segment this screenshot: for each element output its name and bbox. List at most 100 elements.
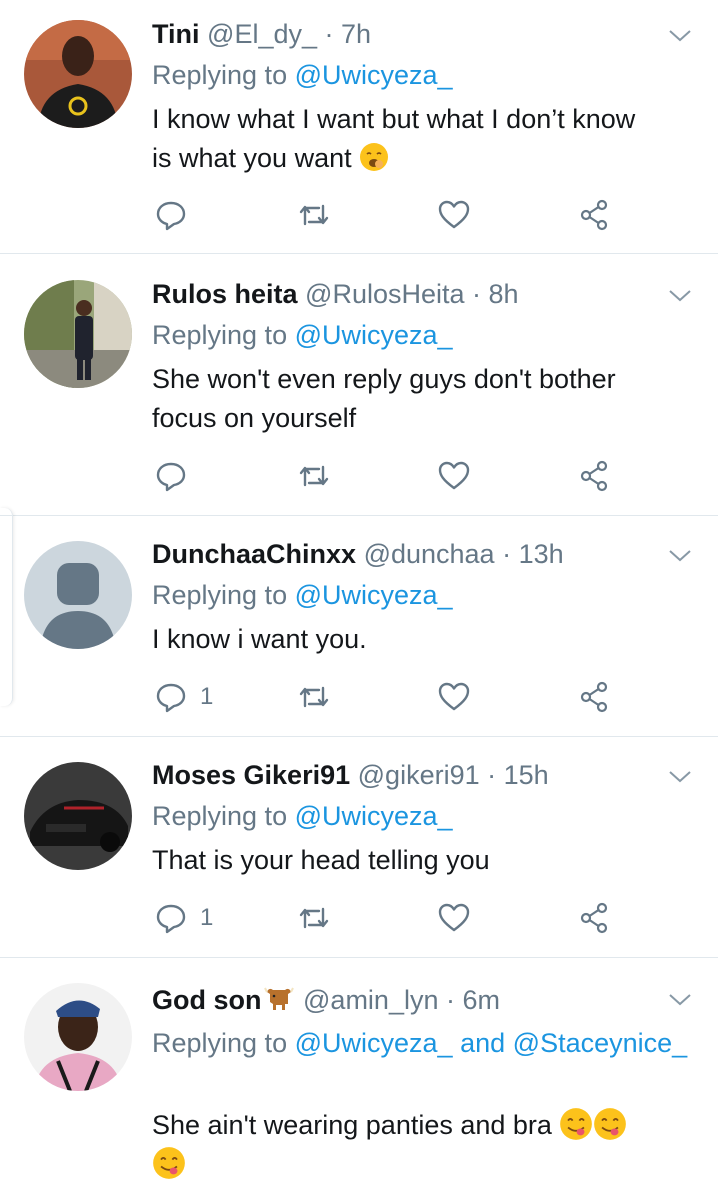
reply-icon: [156, 462, 186, 492]
display-name[interactable]: God son: [152, 985, 262, 1015]
avatar[interactable]: [24, 280, 132, 388]
reply-icon: [156, 904, 186, 934]
face-savoring-food-emoji-icon: [594, 1108, 627, 1140]
tweet-text-line: I know i want you.: [152, 624, 367, 654]
replying-prefix: Replying to: [152, 60, 288, 90]
mention-link[interactable]: @Uwicyeza_: [295, 580, 453, 610]
timestamp[interactable]: · 8h: [472, 279, 519, 309]
tweet-text-line-wrap: is what you want: [152, 139, 700, 178]
chevron-down-icon[interactable]: [666, 763, 694, 791]
replying-to: Replying to @Uwicyeza_: [152, 57, 453, 93]
like-button[interactable]: [437, 898, 471, 938]
tweet[interactable]: DunchaaChinxx @dunchaa · 13h Replying to…: [0, 516, 718, 737]
tweet-text-line: She ain't wearing panties and bra: [152, 1110, 552, 1140]
tweet-text-line: focus on yourself: [152, 403, 357, 433]
avatar[interactable]: [24, 20, 132, 128]
heart-icon: [438, 682, 470, 711]
chevron-down-icon[interactable]: [666, 986, 694, 1014]
reply-button[interactable]: 1: [154, 677, 213, 717]
replying-prefix: Replying to: [152, 580, 288, 610]
replying-prefix: Replying to: [152, 801, 288, 831]
face-savoring-food-emoji-icon: [560, 1108, 593, 1140]
reply-icon: [156, 201, 186, 231]
share-icon: [580, 460, 608, 492]
tweet-header: God son @amin_lyn · 6m: [152, 982, 500, 1018]
share-button[interactable]: [577, 456, 611, 496]
tweet-text-line: is what you want: [152, 143, 352, 173]
reply-count: 1: [200, 683, 214, 710]
tweet-actions: [152, 195, 632, 235]
retweet-icon: [299, 686, 329, 708]
handle[interactable]: @RulosHeita: [305, 279, 464, 309]
tweet-actions: 1: [152, 898, 632, 938]
retweet-button[interactable]: [297, 456, 331, 496]
tweet-text-emoji-line: [152, 1145, 682, 1184]
reply-button[interactable]: [154, 195, 200, 235]
mention-link[interactable]: @Uwicyeza_: [295, 60, 453, 90]
timestamp[interactable]: · 7h: [325, 19, 372, 49]
share-icon: [580, 199, 608, 231]
tweet-header: DunchaaChinxx @dunchaa · 13h: [152, 536, 564, 572]
tweet-text-line: She won't even reply guys don't bother: [152, 364, 616, 394]
tweet-text-line: I know what I want but what I don’t know: [152, 104, 636, 134]
share-button[interactable]: [577, 195, 611, 235]
like-button[interactable]: [437, 677, 471, 717]
heart-icon: [438, 200, 470, 229]
tweet[interactable]: Moses Gikeri91 @gikeri91 · 15h Replying …: [0, 737, 718, 958]
avatar[interactable]: [24, 541, 132, 649]
chevron-down-icon[interactable]: [666, 22, 694, 50]
replying-to: Replying to @Uwicyeza_: [152, 577, 453, 613]
like-button[interactable]: [437, 195, 471, 235]
replying-prefix: Replying to: [152, 1028, 288, 1058]
like-button[interactable]: [437, 456, 471, 496]
handle[interactable]: @gikeri91: [358, 760, 480, 790]
display-name[interactable]: Rulos heita: [152, 279, 298, 309]
tweet-header: Rulos heita @RulosHeita · 8h: [152, 276, 519, 312]
tweet-header: Moses Gikeri91 @gikeri91 · 15h: [152, 757, 549, 793]
display-name[interactable]: DunchaaChinxx: [152, 539, 356, 569]
mention-link[interactable]: @Uwicyeza_: [295, 1028, 453, 1058]
handle[interactable]: @dunchaa: [364, 539, 495, 569]
share-button[interactable]: [577, 898, 611, 938]
avatar[interactable]: [24, 983, 132, 1091]
reply-button[interactable]: [154, 456, 200, 496]
tweet[interactable]: Rulos heita @RulosHeita · 8h Replying to…: [0, 254, 718, 516]
tweet-text-line: That is your head telling you: [152, 845, 490, 875]
tweet-text: I know i want you.: [152, 620, 700, 659]
timestamp[interactable]: · 15h: [487, 760, 549, 790]
timestamp[interactable]: · 13h: [502, 539, 564, 569]
handle[interactable]: @amin_lyn: [303, 985, 438, 1015]
replying-prefix: Replying to: [152, 320, 288, 350]
reply-icon: [156, 683, 186, 713]
retweet-icon: [299, 465, 329, 487]
tweet-text: That is your head telling you: [152, 841, 700, 880]
tweet-text: She ain't wearing panties and bra: [152, 1106, 682, 1184]
retweet-button[interactable]: [297, 677, 331, 717]
handle[interactable]: @El_dy_: [207, 19, 317, 49]
retweet-button[interactable]: [297, 898, 331, 938]
retweet-icon: [299, 204, 329, 226]
mention-link[interactable]: @Uwicyeza_: [295, 801, 453, 831]
mention-link[interactable]: @Uwicyeza_: [295, 320, 453, 350]
reply-count: 1: [200, 904, 214, 931]
reply-button[interactable]: 1: [154, 898, 213, 938]
chevron-down-icon[interactable]: [666, 282, 694, 310]
tweet-text: She won't even reply guys don't bother f…: [152, 360, 700, 438]
avatar[interactable]: [24, 762, 132, 870]
chevron-down-icon[interactable]: [666, 542, 694, 570]
tweet-text: I know what I want but what I don’t know…: [152, 100, 700, 178]
share-icon: [580, 681, 608, 713]
ox-emoji-icon: [263, 987, 294, 1010]
display-name[interactable]: Moses Gikeri91: [152, 760, 350, 790]
share-button[interactable]: [577, 677, 611, 717]
tweet[interactable]: Tini @El_dy_ · 7h Replying to @Uwicyeza_…: [0, 0, 718, 254]
tweet[interactable]: God son @amin_lyn · 6m Replying to @Uwic…: [0, 958, 718, 1181]
timestamp[interactable]: · 6m: [446, 985, 500, 1015]
display-name[interactable]: Tini: [152, 19, 200, 49]
retweet-button[interactable]: [297, 195, 331, 235]
heart-icon: [438, 903, 470, 932]
retweet-icon: [299, 907, 329, 929]
heart-icon: [438, 461, 470, 490]
share-icon: [580, 902, 608, 934]
mention-link[interactable]: @Staceynice_: [513, 1028, 688, 1058]
